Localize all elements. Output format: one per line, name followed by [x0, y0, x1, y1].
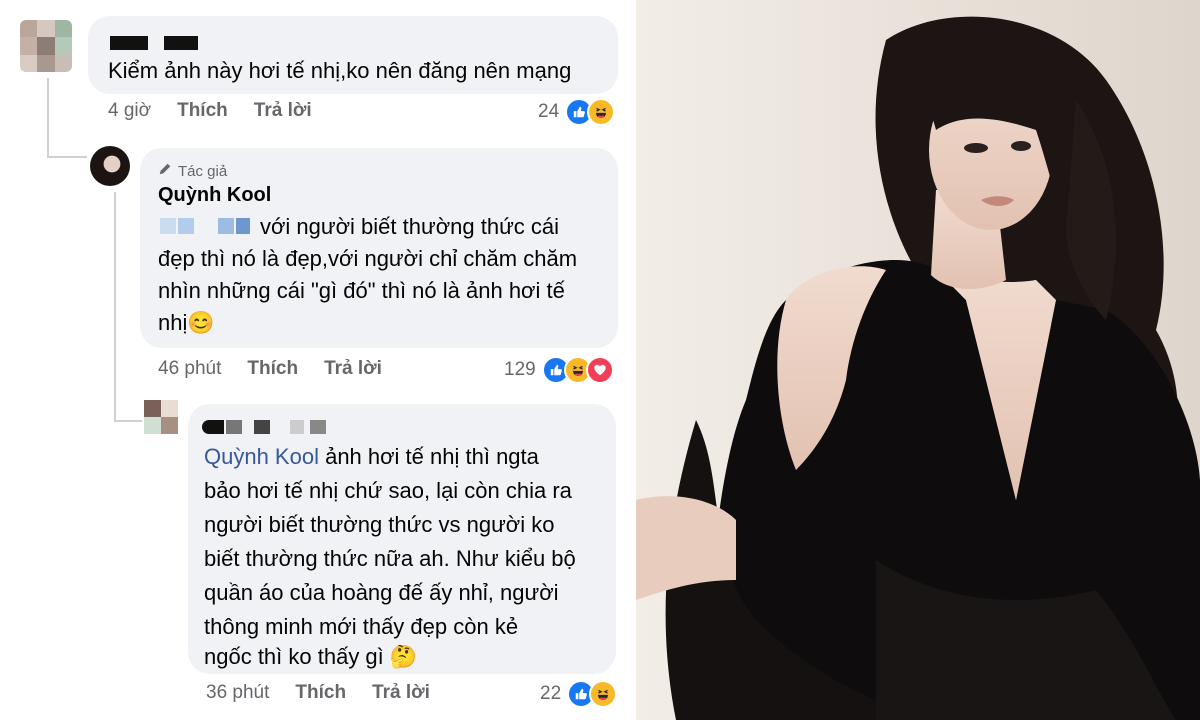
- redacted-mention: [160, 218, 176, 234]
- comment-time[interactable]: 46 phút: [158, 358, 221, 380]
- comment-text-line: nhìn những cái "gì đó" thì nó là ảnh hơi…: [158, 278, 565, 303]
- redacted-mention: [218, 218, 234, 234]
- reaction-count: 129: [504, 359, 536, 380]
- comment-bubble: Kiểm ảnh này hơi tế nhị,ko nên đăng nên …: [88, 16, 618, 94]
- redacted-mention: [178, 218, 194, 234]
- portrait-illustration: [636, 0, 1200, 720]
- comment-thread-panel: Kiểm ảnh này hơi tế nhị,ko nên đăng nên …: [0, 0, 636, 720]
- comment-text-line: bảo hơi tế nhị chứ sao, lại còn chia ra: [204, 478, 572, 503]
- avatar[interactable]: [144, 400, 178, 434]
- comment-text-fragment: ảnh hơi tế nhị thì ngta: [318, 444, 539, 469]
- reaction-summary[interactable]: 22: [540, 680, 618, 708]
- portrait-photo: [636, 0, 1200, 720]
- comment-actions: 46 phút Thích Trả lời: [158, 358, 382, 380]
- comment-text-line: người biết thường thức vs người ko: [204, 512, 555, 537]
- like-button[interactable]: Thích: [247, 358, 298, 380]
- comment-text: Kiểm ảnh này hơi tế nhị,ko nên đăng nên …: [108, 58, 572, 83]
- comment-text-line: thông minh mới thấy đẹp còn kẻ: [204, 614, 519, 639]
- reply-button[interactable]: Trả lời: [372, 682, 430, 704]
- comment-text-line: nhị😊: [158, 310, 215, 335]
- author-badge: Tác giả: [158, 162, 227, 180]
- comment-text-line: biết thường thức nữa ah. Như kiểu bộ: [204, 546, 576, 571]
- pencil-icon: [158, 162, 172, 180]
- comment-text-line: với người biết thường thức cái: [260, 214, 560, 239]
- comment-time[interactable]: 4 giờ: [108, 100, 151, 122]
- mention-link[interactable]: Quỳnh Kool: [204, 444, 319, 469]
- haha-icon: [589, 680, 618, 708]
- reaction-summary[interactable]: 24: [538, 98, 616, 126]
- comment-author[interactable]: Quỳnh Kool: [158, 184, 271, 207]
- thread-line: [114, 192, 116, 422]
- redacted-name: [310, 420, 326, 434]
- reaction-summary[interactable]: 129: [504, 356, 614, 384]
- comment-text-line: đẹp thì nó là đẹp,với người chỉ chăm chă…: [158, 246, 578, 271]
- thread-branch: [114, 420, 142, 422]
- comment-bubble: Tác giả Quỳnh Kool với người biết thường…: [140, 148, 618, 348]
- redacted-name: [164, 36, 198, 50]
- comment-text-line: Quỳnh Kool ảnh hơi tế nhị thì ngta: [204, 440, 539, 474]
- author-avatar[interactable]: [90, 146, 130, 186]
- like-button[interactable]: Thích: [177, 100, 228, 122]
- comment-text-line: ngốc thì ko thấy gì 🤔: [204, 644, 418, 669]
- reaction-count: 22: [540, 683, 562, 704]
- redacted-name: [254, 420, 270, 434]
- avatar[interactable]: [20, 20, 72, 72]
- reply-button[interactable]: Trả lời: [254, 100, 312, 122]
- thread-branch: [47, 156, 87, 158]
- author-badge-label: Tác giả: [178, 162, 228, 180]
- comment-actions: 4 giờ Thích Trả lời: [108, 100, 312, 122]
- like-button[interactable]: Thích: [295, 682, 346, 704]
- love-icon: [585, 356, 614, 384]
- comment-time[interactable]: 36 phút: [206, 682, 269, 704]
- reaction-count: 24: [538, 101, 560, 122]
- redacted-name: [226, 420, 242, 434]
- comment-actions: 36 phút Thích Trả lời: [206, 682, 430, 704]
- comment-text-line: quần áo của hoàng đế ấy nhỉ, người: [204, 580, 559, 605]
- redacted-mention: [236, 218, 250, 234]
- comment-bubble: Quỳnh Kool ảnh hơi tế nhị thì ngta bảo h…: [188, 404, 616, 674]
- thread-line: [47, 78, 49, 158]
- haha-icon: [587, 98, 616, 126]
- redacted-name: [290, 420, 304, 434]
- redacted-name: [202, 420, 224, 434]
- reply-button[interactable]: Trả lời: [324, 358, 382, 380]
- redacted-name: [110, 36, 148, 50]
